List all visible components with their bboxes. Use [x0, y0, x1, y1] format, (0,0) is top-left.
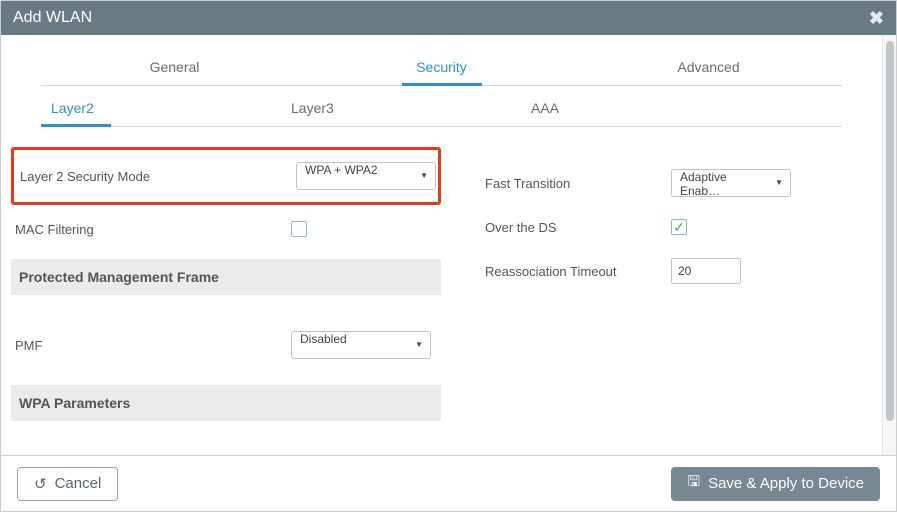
wpa-section-header: WPA Parameters: [11, 385, 441, 421]
tab-general[interactable]: General: [41, 53, 308, 85]
titlebar: Add WLAN ✖: [1, 1, 896, 35]
tab-advanced[interactable]: Advanced: [575, 53, 842, 85]
undo-icon: ↺: [34, 475, 47, 493]
cancel-label: Cancel: [55, 475, 102, 492]
subtab-layer2[interactable]: Layer2: [41, 100, 281, 126]
main-tabs: General Security Advanced: [41, 53, 842, 86]
form-columns: Layer 2 Security Mode WPA + WPA2 MAC Fil…: [11, 147, 862, 455]
save-icon: 🖫: [687, 471, 700, 496]
pmf-section-header: Protected Management Frame: [11, 259, 441, 295]
right-column: Fast Transition Adaptive Enab… Over the …: [481, 147, 862, 455]
ft-label: Fast Transition: [481, 176, 671, 191]
subtab-aaa[interactable]: AAA: [521, 100, 761, 126]
l2-security-highlight: Layer 2 Security Mode WPA + WPA2: [11, 147, 441, 205]
otds-checkbox[interactable]: ✓: [671, 219, 687, 235]
row-fast-transition: Fast Transition Adaptive Enab…: [481, 163, 862, 203]
row-over-the-ds: Over the DS ✓: [481, 207, 862, 247]
pmf-select-wrap: Disabled: [291, 331, 431, 359]
ft-select[interactable]: Adaptive Enab…: [671, 169, 791, 197]
l2mode-select[interactable]: WPA + WPA2: [296, 162, 436, 190]
reassoc-input[interactable]: [671, 258, 741, 284]
scrollbar-thumb[interactable]: [886, 41, 894, 421]
otds-label: Over the DS: [481, 220, 671, 235]
modal-body: General Security Advanced Layer2 Layer3 …: [1, 35, 896, 455]
content: General Security Advanced Layer2 Layer3 …: [1, 35, 882, 455]
cancel-button[interactable]: ↺ Cancel: [17, 467, 118, 501]
tab-security[interactable]: Security: [308, 53, 575, 85]
ft-select-wrap: Adaptive Enab…: [671, 169, 791, 197]
close-icon[interactable]: ✖: [869, 8, 884, 29]
add-wlan-modal: Add WLAN ✖ General Security Advanced Lay…: [0, 0, 897, 512]
row-wpa-policy: WPA Policy: [11, 445, 441, 455]
left-column: Layer 2 Security Mode WPA + WPA2 MAC Fil…: [11, 147, 441, 455]
pmf-select[interactable]: Disabled: [291, 331, 431, 359]
row-mac-filtering: MAC Filtering: [11, 209, 441, 249]
l2mode-select-wrap: WPA + WPA2: [296, 162, 436, 190]
row-l2-security-mode: Layer 2 Security Mode WPA + WPA2: [16, 156, 436, 196]
pmf-label: PMF: [11, 338, 291, 353]
security-subtabs: Layer2 Layer3 AAA: [41, 100, 842, 127]
row-pmf: PMF Disabled: [11, 325, 441, 365]
check-icon: ✓: [673, 220, 685, 234]
l2mode-label: Layer 2 Security Mode: [16, 169, 296, 184]
macfilter-checkbox[interactable]: [291, 221, 307, 237]
modal-title: Add WLAN: [13, 9, 92, 27]
macfilter-label: MAC Filtering: [11, 222, 291, 237]
row-reassoc-timeout: Reassociation Timeout: [481, 251, 862, 291]
save-label: Save & Apply to Device: [708, 475, 864, 492]
save-apply-button[interactable]: 🖫 Save & Apply to Device: [671, 467, 880, 501]
subtab-layer3[interactable]: Layer3: [281, 100, 521, 126]
reassoc-label: Reassociation Timeout: [481, 264, 671, 279]
form-scroll[interactable]: Layer 2 Security Mode WPA + WPA2 MAC Fil…: [11, 127, 872, 455]
modal-footer: ↺ Cancel 🖫 Save & Apply to Device: [1, 455, 896, 511]
vertical-scrollbar[interactable]: [882, 35, 896, 455]
